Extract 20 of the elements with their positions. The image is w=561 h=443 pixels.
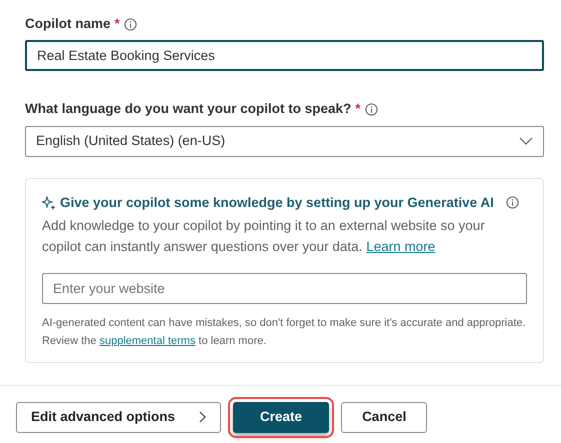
card-title: Give your copilot some knowledge by setting up your Generative AI [60, 194, 494, 212]
info-icon[interactable] [124, 18, 137, 31]
info-icon[interactable] [364, 102, 378, 116]
advanced-options-button[interactable]: Edit advanced options [16, 402, 222, 433]
website-input-field[interactable]: Enter your website [42, 272, 527, 304]
name-input-field[interactable]: Real Estate Booking Services [25, 40, 544, 72]
supplemental-terms-link[interactable]: supplemental terms [99, 334, 196, 347]
required-mark: * [355, 100, 361, 118]
sparkle-icon [42, 196, 56, 210]
chevron-down-icon [519, 137, 533, 145]
info-icon[interactable] [506, 196, 519, 210]
learn-more-link[interactable]: Learn more [366, 238, 436, 254]
cancel-button[interactable]: Cancel [341, 402, 428, 433]
field-label: What language do you want your copilot to speak? [25, 100, 352, 118]
chevron-right-icon [199, 411, 206, 424]
language-dropdown[interactable]: English (United States) (en-US) [25, 126, 544, 156]
field-label: Copilot name [25, 15, 111, 33]
required-mark: * [114, 15, 120, 33]
card-description: Add knowledge to your copilot by pointing it to an external website so your copilot can instantly answer questions over your data. Learn more [42, 216, 486, 256]
disclaimer-text: AI-generated content can have mistakes, so don't forget to make sure it's accurate and appropriate. Review the supplemental terms to learn more. [42, 316, 527, 349]
